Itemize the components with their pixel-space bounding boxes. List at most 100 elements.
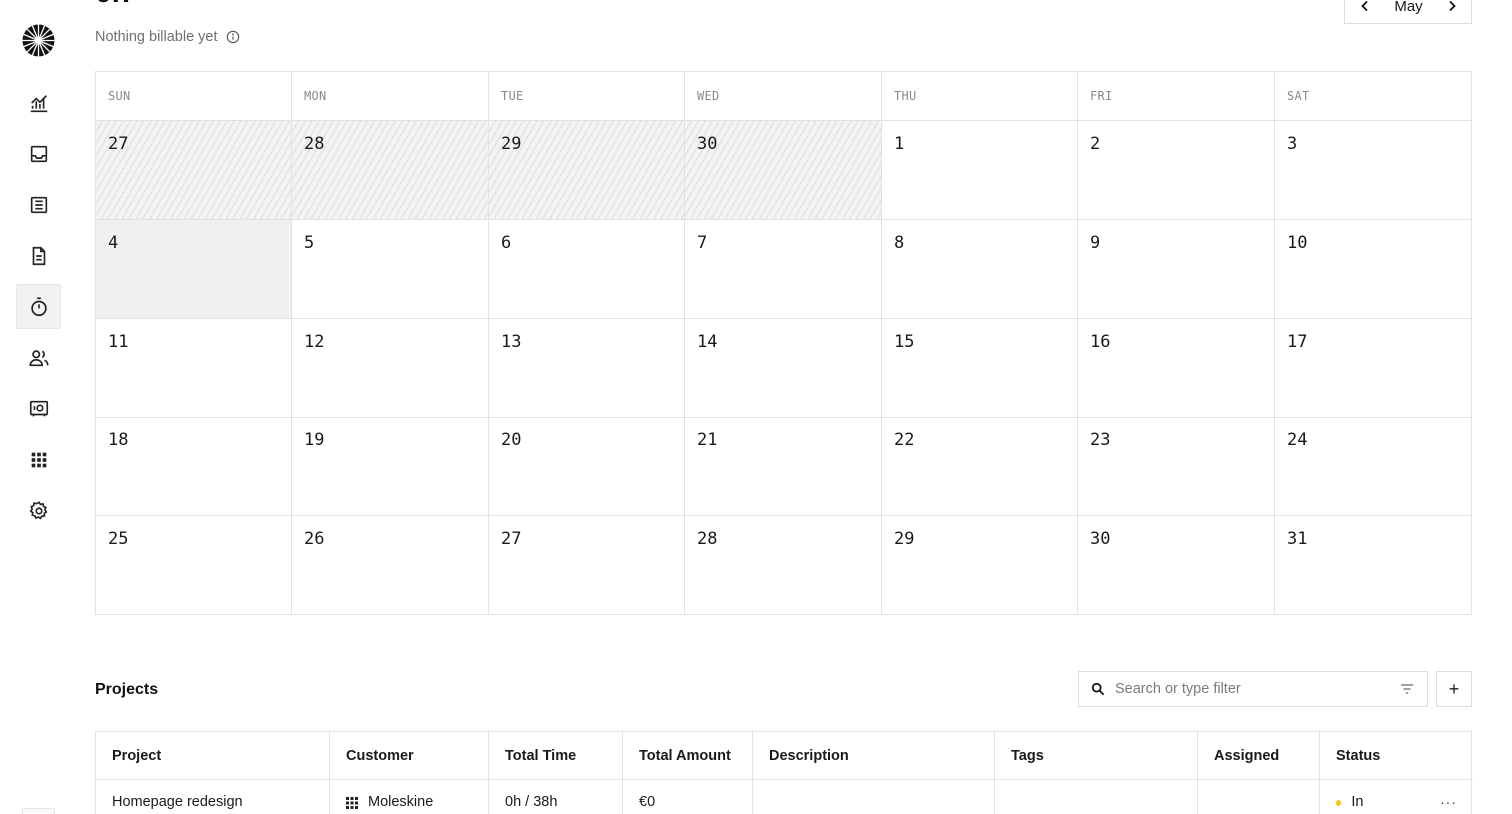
chevron-left-icon <box>1361 0 1368 12</box>
calendar-day-cell[interactable]: 30 <box>685 121 882 220</box>
calendar-day-cell[interactable]: 17 <box>1275 319 1471 418</box>
column-header-description[interactable]: Description <box>753 732 995 780</box>
weekday-header: THU <box>882 72 1078 120</box>
chevron-right-icon <box>1449 0 1456 12</box>
sidebar-item-transactions[interactable] <box>16 182 61 227</box>
cell-project[interactable]: Homepage redesign <box>96 780 330 814</box>
calendar-day-cell[interactable]: 26 <box>292 516 489 615</box>
calendar-day-cell[interactable]: 25 <box>96 516 292 615</box>
day-number: 28 <box>697 529 718 549</box>
column-header-project[interactable]: Project <box>96 732 330 780</box>
calendar-day-cell[interactable]: 12 <box>292 319 489 418</box>
sidebar-item-vault[interactable] <box>16 386 61 431</box>
day-number: 13 <box>501 332 522 352</box>
month-switcher: May <box>1344 0 1472 24</box>
calendar-day-cell[interactable]: 14 <box>685 319 882 418</box>
projects-table: Project Customer Total Time Total Amount Des… <box>95 731 1473 814</box>
weekday-header: TUE <box>489 72 685 120</box>
status-value: In progress <box>1351 794 1407 814</box>
sidebar-item-tracker[interactable] <box>16 284 61 329</box>
calendar-day-cell[interactable]: 7 <box>685 220 882 319</box>
calendar-day-cell[interactable]: 6 <box>489 220 685 319</box>
calendar-day-cell[interactable]: 21 <box>685 417 882 516</box>
day-number: 20 <box>501 430 522 450</box>
total-time-value: 0h / 38h <box>505 794 558 810</box>
project-value: Homepage redesign <box>112 794 243 810</box>
calendar-day-cell[interactable]: 13 <box>489 319 685 418</box>
column-header-tags[interactable]: Tags <box>995 732 1198 780</box>
add-project-button[interactable]: + <box>1436 671 1472 707</box>
cell-customer: Moleskine <box>330 780 489 814</box>
search-box <box>1078 671 1428 707</box>
search-input[interactable] <box>1115 681 1391 697</box>
calendar-day-cell[interactable]: 27 <box>489 516 685 615</box>
filter-icon[interactable] <box>1399 681 1415 697</box>
sidebar-item-settings[interactable] <box>16 488 61 533</box>
calendar-day-cell[interactable]: 1 <box>882 121 1078 220</box>
calendar-day-cell[interactable]: 9 <box>1078 220 1275 319</box>
day-number: 14 <box>697 332 718 352</box>
day-number: 7 <box>697 233 708 253</box>
calendar-day-cell[interactable]: 27 <box>96 121 292 220</box>
customer-logo-icon <box>346 797 358 809</box>
gear-icon <box>29 500 47 519</box>
calendar-day-cell[interactable]: 16 <box>1078 319 1275 418</box>
calendar-day-cell[interactable]: 15 <box>882 319 1078 418</box>
info-icon[interactable] <box>226 30 240 44</box>
calendar-day-cell[interactable]: 2 <box>1078 121 1275 220</box>
sidebar-item-customers[interactable] <box>16 335 61 380</box>
more-actions-icon[interactable]: ··· <box>1440 794 1457 810</box>
calendar-day-cell[interactable]: 29 <box>882 516 1078 615</box>
prev-month-button[interactable] <box>1357 0 1373 14</box>
sidebar-item-inbox[interactable] <box>16 131 61 176</box>
weekday-header: MON <box>292 72 489 120</box>
cell-total-amount: €0 <box>623 780 753 814</box>
billable-text: Nothing billable yet <box>95 29 218 45</box>
customer-value: Moleskine <box>368 794 434 810</box>
day-number: 12 <box>304 332 325 352</box>
day-number: 16 <box>1090 332 1111 352</box>
search-icon <box>1091 682 1105 696</box>
day-number: 5 <box>304 233 315 253</box>
day-number: 9 <box>1090 233 1101 253</box>
calendar-day-cell[interactable]: 30 <box>1078 516 1275 615</box>
day-number: 26 <box>304 529 325 549</box>
next-month-button[interactable] <box>1444 0 1460 14</box>
sidebar-item-apps[interactable] <box>16 437 61 482</box>
calendar-day-cell[interactable]: 11 <box>96 319 292 418</box>
column-header-customer[interactable]: Customer <box>330 732 489 780</box>
day-number: 30 <box>1090 529 1111 549</box>
column-header-status[interactable]: Status <box>1320 732 1473 780</box>
projects-title: Projects <box>95 681 159 698</box>
calendar-day-cell[interactable]: 23 <box>1078 417 1275 516</box>
day-number: 24 <box>1287 430 1308 450</box>
day-number: 30 <box>697 134 718 154</box>
calendar-day-cell[interactable]: 3 <box>1275 121 1471 220</box>
column-header-total-time[interactable]: Total Time <box>489 732 623 780</box>
calendar-day-cell[interactable]: 10 <box>1275 220 1471 319</box>
calendar-day-cell[interactable]: 4 <box>96 220 292 319</box>
day-number: 27 <box>501 529 522 549</box>
calendar-day-cell[interactable]: 5 <box>292 220 489 319</box>
calendar-day-cell[interactable]: 8 <box>882 220 1078 319</box>
users-icon <box>28 349 49 366</box>
sidebar-item-invoices[interactable] <box>16 233 61 278</box>
calendar-day-cell[interactable]: 28 <box>292 121 489 220</box>
day-number: 11 <box>108 332 129 352</box>
calendar-day-cell[interactable]: 20 <box>489 417 685 516</box>
calendar-day-cell[interactable]: 28 <box>685 516 882 615</box>
calendar: SUN MON TUE WED THU FRI SAT 27 28 29 30 1 2 3 4 5 6 7 8 9 1… <box>95 71 1472 615</box>
sidebar-item-overview[interactable] <box>16 81 61 126</box>
calendar-day-cell[interactable]: 24 <box>1275 417 1471 516</box>
column-header-total-amount[interactable]: Total Amount <box>623 732 753 780</box>
calendar-day-cell[interactable]: 29 <box>489 121 685 220</box>
calendar-day-cell[interactable]: 22 <box>882 417 1078 516</box>
status-dot <box>1336 800 1342 806</box>
calendar-day-cell[interactable]: 19 <box>292 417 489 516</box>
user-avatar[interactable] <box>22 808 55 814</box>
column-header-assigned[interactable]: Assigned <box>1198 732 1320 780</box>
calendar-day-cell[interactable]: 18 <box>96 417 292 516</box>
apps-icon <box>31 452 46 467</box>
logo-icon[interactable] <box>22 24 55 57</box>
calendar-day-cell[interactable]: 31 <box>1275 516 1471 615</box>
